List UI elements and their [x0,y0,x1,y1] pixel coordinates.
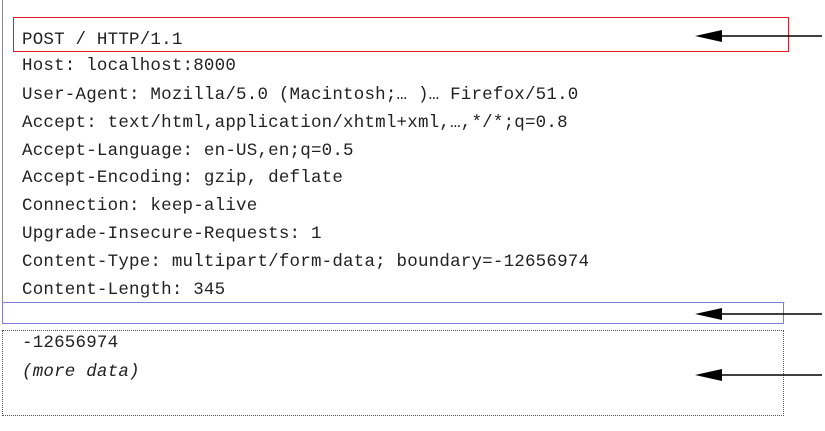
header-accept-encoding: Accept-Encoding: gzip, deflate [22,168,344,188]
header-content-type: Content-Type: multipart/form-data; bound… [22,252,590,272]
header-connection: Connection: keep-alive [22,196,258,216]
header-content-length: Content-Length: 345 [22,280,226,300]
header-accept: Accept: text/html,application/xhtml+xml,… [22,113,568,133]
http-request-diagram: POST / HTTP/1.1 Host: localhost:8000 Use… [0,0,825,431]
body-more-data: (more data) [22,362,140,382]
header-upgrade-insecure-requests: Upgrade-Insecure-Requests: 1 [22,224,322,244]
header-accept-language: Accept-Language: en-US,en;q=0.5 [22,141,354,161]
body-boundary-line: -12656974 [22,333,119,353]
request-line: POST / HTTP/1.1 [22,30,183,50]
blank-line-highlight [2,302,784,324]
header-user-agent: User-Agent: Mozilla/5.0 (Macintosh;… )… … [22,85,579,105]
header-host: Host: localhost:8000 [22,56,237,76]
